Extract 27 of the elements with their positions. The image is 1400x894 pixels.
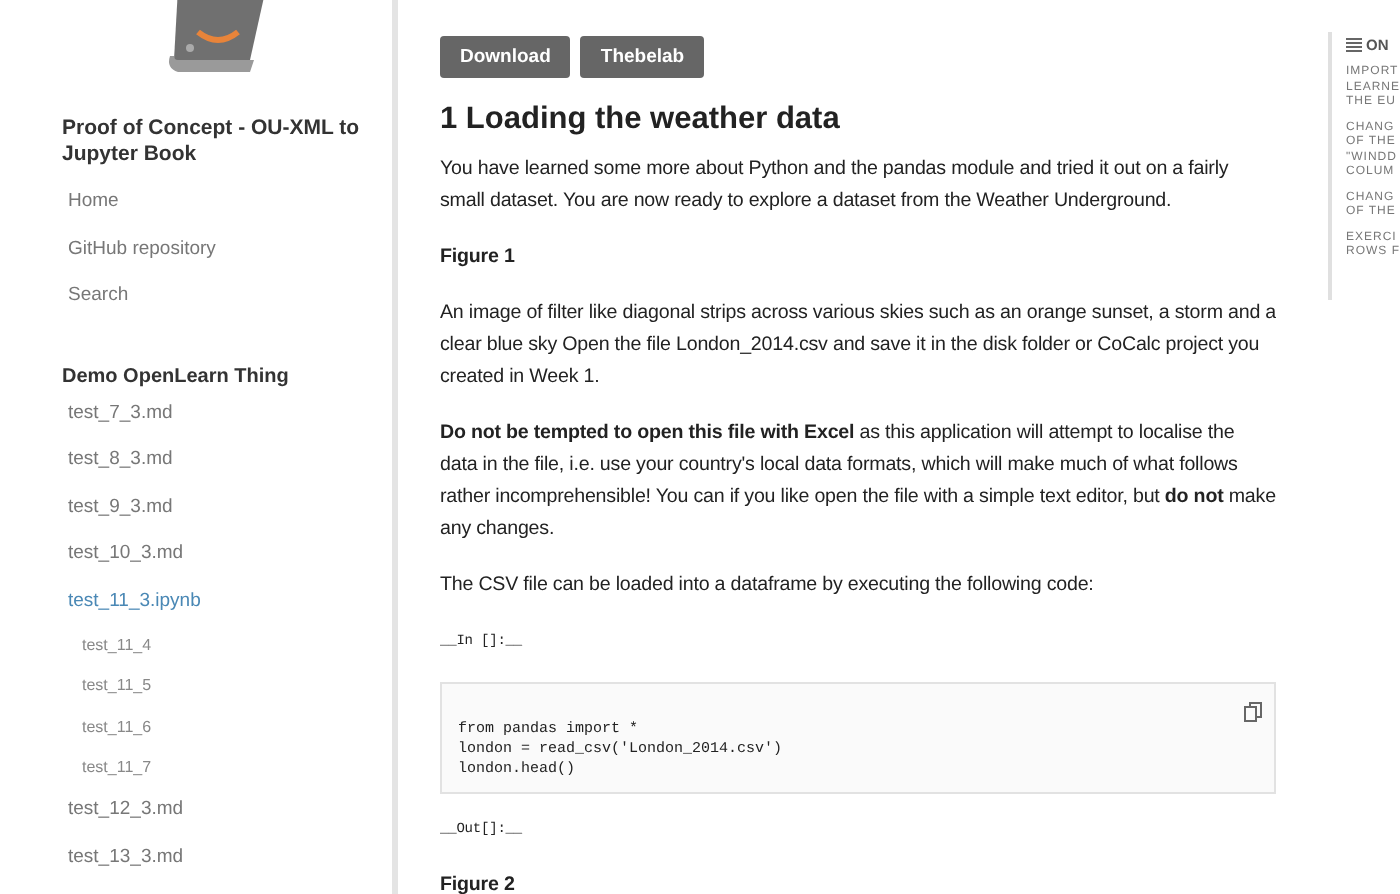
- nav-item[interactable]: test_9_3.md: [68, 493, 392, 540]
- paragraph: The CSV file can be loaded into a dataframe by executing the following code:: [440, 572, 1096, 600]
- copy-icon[interactable]: [1244, 702, 1262, 722]
- page-heading: 1 Loading the weather data: [440, 102, 842, 138]
- nav-subitem[interactable]: test_11_5: [82, 674, 392, 716]
- nav-item[interactable]: test_7_3.md: [68, 399, 392, 446]
- nav-item[interactable]: test_12_3.md: [68, 796, 392, 844]
- nav-subitem[interactable]: test_11_6: [82, 715, 392, 756]
- figure-caption: Figure 2: [440, 872, 517, 894]
- section-heading: Demo OpenLearn Thing: [62, 365, 291, 387]
- nav-item[interactable]: test_10_3.md: [68, 540, 392, 587]
- nav-link[interactable]: Search: [68, 282, 392, 329]
- nav-subitem[interactable]: test_11_4: [82, 634, 392, 675]
- nav-subitem[interactable]: test_11_7: [82, 755, 392, 797]
- toolbar-button[interactable]: Thebelab: [580, 36, 705, 78]
- list-icon: [1346, 38, 1362, 52]
- toolbar-button[interactable]: Download: [440, 36, 571, 78]
- paragraph: You have learned some more about Python and the pandas module and tried it out on a fairly small dataset. You are now ready to explore a dataset from the Weather Underground.: [440, 156, 1231, 216]
- nav-item[interactable]: test_11_3.ipynb: [68, 587, 392, 634]
- nav-item[interactable]: test_8_3.md: [68, 446, 392, 493]
- nav-item[interactable]: test_13_3.md: [68, 843, 392, 891]
- nav-link[interactable]: GitHub repository: [68, 235, 392, 282]
- book-title: Proof of Concept - OU-XML to Jupyter Book: [62, 116, 362, 168]
- figure-caption: Figure 1: [440, 244, 517, 272]
- nav-link[interactable]: Home: [68, 188, 392, 235]
- paragraph: An image of filter like diagonal strips across various skies such as an orange sunset, a storm and a clear blue sky Open the file London_2014.csv and save it in the disk folder or CoCalc project you created in Week 1.: [440, 300, 1276, 392]
- paragraph: Do not be tempted to open this file with Excel as this application will attempt to localise the data in the file, i.e. use your country's local data formats, which will make much of what follows rather incomprehensible! You can if you like open the file with a simple text editor, but do not make any changes.: [440, 420, 1276, 544]
